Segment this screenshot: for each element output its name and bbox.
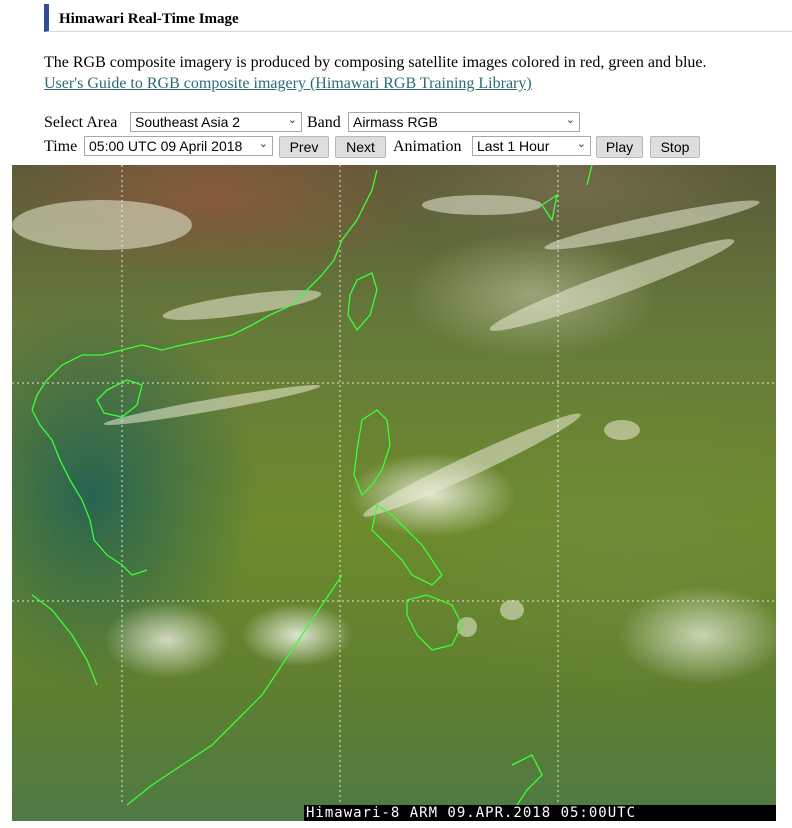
chevron-down-icon: ⌄ bbox=[576, 138, 586, 150]
stop-button[interactable]: Stop bbox=[650, 136, 700, 158]
page-header: Himawari Real-Time Image bbox=[44, 4, 792, 32]
next-button[interactable]: Next bbox=[335, 136, 386, 158]
area-select-value: Southeast Asia 2 bbox=[135, 114, 241, 130]
chevron-down-icon: ⌄ bbox=[565, 114, 575, 126]
play-button[interactable]: Play bbox=[596, 136, 643, 158]
animation-select-value: Last 1 Hour bbox=[477, 138, 550, 154]
chevron-down-icon: ⌄ bbox=[258, 138, 268, 150]
satellite-image: Himawari-8 ARM 09.APR.2018 05:00UTC bbox=[12, 165, 776, 821]
chevron-down-icon: ⌄ bbox=[287, 114, 297, 126]
coastlines bbox=[31, 165, 593, 806]
prev-button[interactable]: Prev bbox=[279, 136, 329, 158]
animation-select[interactable]: Last 1 Hour ⌄ bbox=[472, 136, 591, 156]
time-label: Time bbox=[44, 138, 78, 155]
area-label: Select Area bbox=[44, 114, 118, 131]
band-label: Band bbox=[307, 114, 341, 131]
area-select[interactable]: Southeast Asia 2 ⌄ bbox=[130, 112, 302, 132]
animation-label: Animation bbox=[393, 138, 462, 155]
description-text: The RGB composite imagery is produced by… bbox=[44, 54, 707, 71]
satellite-overlay bbox=[12, 165, 776, 806]
band-select-value: Airmass RGB bbox=[353, 114, 438, 130]
rgb-guide-link[interactable]: User's Guide to RGB composite imagery (H… bbox=[44, 75, 532, 93]
time-select[interactable]: 05:00 UTC 09 April 2018 ⌄ bbox=[84, 136, 273, 156]
band-select[interactable]: Airmass RGB ⌄ bbox=[348, 112, 580, 132]
time-select-value: 05:00 UTC 09 April 2018 bbox=[89, 138, 243, 154]
page-title: Himawari Real-Time Image bbox=[59, 11, 239, 27]
image-caption: Himawari-8 ARM 09.APR.2018 05:00UTC bbox=[304, 805, 776, 821]
